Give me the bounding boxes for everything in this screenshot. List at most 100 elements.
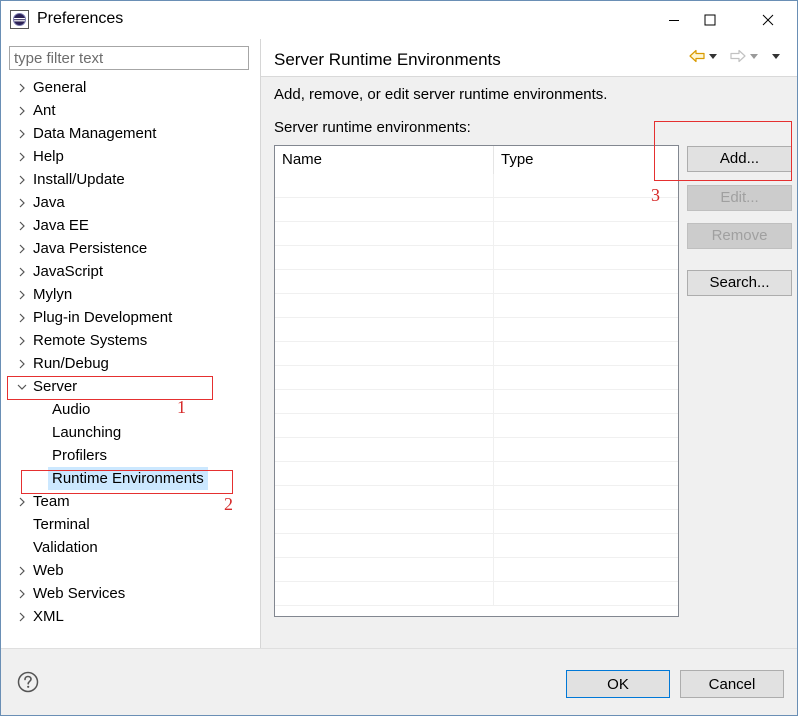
help-icon[interactable] [17,671,39,693]
tree-item-launching[interactable]: Launching [1,421,260,444]
close-button[interactable] [745,1,791,39]
back-arrow-icon[interactable] [689,49,705,63]
window-title: Preferences [37,10,124,27]
chevron-right-icon[interactable] [17,329,27,352]
table-row [275,486,678,510]
page-header: Server Runtime Environments [261,39,797,77]
table-row [275,438,678,462]
tree-item-ant[interactable]: Ant [1,99,260,122]
chevron-right-icon[interactable] [17,283,27,306]
tree-item-web-services[interactable]: Web Services [1,582,260,605]
tree-item-label: Audio [52,401,91,418]
chevron-right-icon[interactable] [17,168,27,191]
tree-item-remote-systems[interactable]: Remote Systems [1,329,260,352]
tree-item-label: Plug-in Development [33,309,173,326]
table-row [275,222,678,246]
maximize-button[interactable] [687,1,733,39]
chevron-right-icon[interactable] [17,260,27,283]
chevron-right-icon[interactable] [17,145,27,168]
close-icon [762,14,774,26]
tree-item-label: Runtime Environments [48,467,208,490]
table-row [275,582,678,606]
table-body [275,174,678,606]
tree-item-data-management[interactable]: Data Management [1,122,260,145]
tree-item-help[interactable]: Help [1,145,260,168]
chevron-right-icon[interactable] [17,99,27,122]
tree-item-xml[interactable]: XML [1,605,260,628]
tree-item-java-ee[interactable]: Java EE [1,214,260,237]
tree-item-label: Web [33,562,64,579]
eclipse-app-icon [10,10,29,29]
tree-item-label: Java EE [33,217,89,234]
back-dropdown-chevron-icon[interactable] [708,51,718,61]
runtime-list-label: Server runtime environments: [274,119,471,136]
tree-item-label: JavaScript [33,263,104,280]
tree-item-profilers[interactable]: Profilers [1,444,260,467]
forward-dropdown-chevron-icon[interactable] [749,51,759,61]
cancel-button[interactable]: Cancel [680,670,784,698]
tree-item-install-update[interactable]: Install/Update [1,168,260,191]
chevron-right-icon[interactable] [17,76,27,99]
chevron-right-icon[interactable] [17,559,27,582]
tree-item-label: General [33,79,87,96]
tree-item-label: Mylyn [33,286,73,303]
ok-button[interactable]: OK [566,670,670,698]
tree-item-label: Profilers [52,447,108,464]
chevron-right-icon[interactable] [17,122,27,145]
tree-item-label: Terminal [33,516,90,533]
remove-button[interactable]: Remove [687,223,792,249]
tree-item-web[interactable]: Web [1,559,260,582]
chevron-right-icon[interactable] [17,214,27,237]
tree-item-label: Data Management [33,125,157,142]
table-row [275,462,678,486]
chevron-right-icon[interactable] [17,191,27,214]
tree-item-label: Launching [52,424,122,441]
table-row [275,366,678,390]
table-row [275,246,678,270]
chevron-right-icon[interactable] [17,352,27,375]
chevron-right-icon[interactable] [17,490,27,513]
minimize-icon [669,20,679,21]
tree-item-team[interactable]: Team [1,490,260,513]
chevron-right-icon[interactable] [17,582,27,605]
chevron-right-icon[interactable] [17,306,27,329]
tree-item-label: Run/Debug [33,355,109,372]
column-header-type[interactable]: Type [494,146,678,174]
tree-item-terminal[interactable]: Terminal [1,513,260,536]
tree-item-label: Validation [33,539,98,556]
table-row [275,510,678,534]
page-title: Server Runtime Environments [274,50,501,69]
tree-item-label: Help [33,148,64,165]
maximize-icon [704,14,716,26]
tree-item-java-persistence[interactable]: Java Persistence [1,237,260,260]
table-row [275,198,678,222]
tree-item-audio[interactable]: Audio [1,398,260,421]
view-menu-chevron-icon[interactable] [771,51,781,61]
search-button[interactable]: Search... [687,270,792,296]
tree-item-run-debug[interactable]: Run/Debug [1,352,260,375]
tree-item-server[interactable]: Server [1,375,260,398]
title-bar[interactable]: Preferences [1,1,797,39]
tree-item-runtime-environments[interactable]: Runtime Environments [1,467,260,490]
chevron-right-icon[interactable] [17,237,27,260]
add-button[interactable]: Add... [687,146,792,172]
tree-item-label: Team [33,493,70,510]
tree-item-mylyn[interactable]: Mylyn [1,283,260,306]
tree-item-general[interactable]: General [1,76,260,99]
tree-item-java[interactable]: Java [1,191,260,214]
column-header-name[interactable]: Name [275,146,494,174]
filter-input[interactable] [9,46,249,70]
table-row [275,558,678,582]
tree-item-label: Install/Update [33,171,125,188]
forward-arrow-icon[interactable] [730,49,746,63]
chevron-right-icon[interactable] [17,605,27,628]
edit-button[interactable]: Edit... [687,185,792,211]
preferences-tree-pane: General Ant Data Management Help Install/Upd… [1,39,260,648]
tree-item-label: Ant [33,102,56,119]
table-row [275,294,678,318]
tree-item-javascript[interactable]: JavaScript [1,260,260,283]
runtime-environments-table[interactable]: Name Type [274,145,679,617]
chevron-down-icon[interactable] [17,375,27,398]
tree-item-validation[interactable]: Validation [1,536,260,559]
tree-item-plug-in-development[interactable]: Plug-in Development [1,306,260,329]
